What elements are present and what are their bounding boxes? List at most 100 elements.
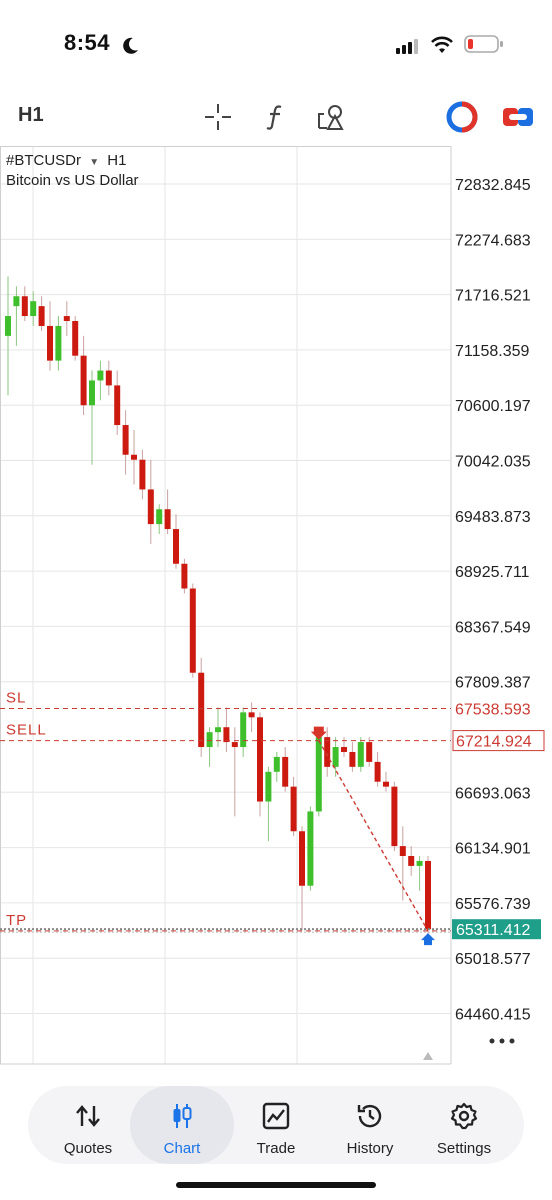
symbol-name: #BTCUSDr [6,152,82,169]
function-icon [266,105,282,130]
chart-candles-icon [173,1104,192,1128]
candle-body [391,786,398,847]
candle-body [97,370,104,381]
price-tick-label: 65576.739 [455,896,531,913]
nav-chart[interactable]: Chart [130,1086,234,1164]
candle-body [223,727,230,743]
candle-body [282,756,289,787]
candle [357,737,364,772]
candle-body [21,296,28,317]
candle [147,459,154,544]
candle-body [341,747,347,752]
candle-body [416,860,423,866]
nav-history[interactable]: History [322,1086,418,1164]
one-click-trading-button[interactable] [500,100,536,134]
indicators-button[interactable] [258,100,294,134]
price-tick-label: 66693.063 [455,785,531,802]
candle-body [299,831,305,886]
candle-body [63,316,70,322]
candle [30,291,37,326]
objects-button[interactable] [314,100,350,134]
symbol-description: Bitcoin vs US Dollar [6,172,139,189]
price-chart[interactable]: 72832.845 72274.683 71716.521 71158.359 7060… [0,146,552,1066]
candle [105,360,112,396]
nav-trade-label: Trade [256,1140,296,1157]
home-indicator [176,1182,376,1188]
candle [315,732,322,817]
candle [72,316,79,361]
candle [13,286,20,346]
candle-body [240,712,247,748]
candles [5,276,431,936]
candle [282,747,289,792]
objects-icon [318,105,344,130]
candle-body [324,737,331,767]
candle [307,806,314,891]
candle [80,335,87,416]
candle-body [47,325,53,361]
wifi-icon [431,36,453,53]
cellular-signal-icon [396,39,418,54]
candle [97,360,104,401]
more-options-icon[interactable] [488,1036,516,1046]
sl-price: 67538.593 [455,702,531,719]
timeframe-button[interactable]: H1 [18,104,44,127]
candle-body [114,385,121,426]
candle [383,771,389,792]
symbol-title[interactable]: #BTCUSDr ▼ H1 [6,152,126,169]
candle-body [349,751,356,767]
candle-body [366,742,373,762]
candle-body [5,316,11,336]
tp-label: TP [6,912,27,929]
candle-body [257,717,263,802]
candle-body [89,380,95,406]
account-button[interactable] [444,100,480,134]
candle [131,429,137,485]
candle-body [122,425,129,455]
candle [38,296,45,331]
candle [206,727,213,767]
nav-chart-label: Chart [163,1140,201,1157]
candle [173,514,179,569]
crosshair-button[interactable] [200,100,236,134]
crosshair-icon [205,104,231,130]
nav-trade[interactable]: Trade [228,1086,324,1164]
account-icon [446,101,478,133]
price-tick-label: 72274.683 [455,232,531,249]
sl-label: SL [6,690,26,707]
candle-body [374,761,381,782]
candle [366,737,373,767]
chart-grid [0,146,451,1064]
candle-body [38,306,45,326]
candle-body [147,489,154,525]
trade-path [318,740,429,932]
candle [374,751,381,787]
nav-settings[interactable]: Settings [416,1086,512,1164]
trade-levels: SL67538.593SELL67214.924TP65294.58065311… [0,690,545,1060]
price-tick-label: 67809.387 [455,675,531,692]
candle [55,316,62,371]
candle [156,504,163,535]
nav-history-label: History [346,1140,394,1157]
price-tick-label: 65018.577 [455,951,531,968]
price-tick-label: 68367.549 [455,619,531,636]
candle-body [231,742,238,748]
price-tick-label: 68925.711 [455,564,530,581]
nav-settings-label: Settings [436,1140,492,1157]
chart-canvas[interactable]: 72832.845 72274.683 71716.521 71158.359 7060… [0,146,552,1066]
candle [240,707,247,757]
candle-body [408,856,415,866]
candle-body [105,370,112,386]
candle-body [30,301,37,317]
price-axis-labels: 72832.845 72274.683 71716.521 71158.359 7060… [455,177,531,1024]
candle-body [332,747,339,767]
candle-body [156,509,163,525]
candle [290,776,297,837]
bottom-navigation: Quotes Chart Trade History Settings [28,1086,524,1164]
candle-body [139,459,146,490]
nav-quotes[interactable]: Quotes [40,1086,136,1164]
candle [189,583,196,678]
price-tick-label: 71716.521 [455,288,531,305]
sell-price: 67214.924 [456,734,532,751]
buy-arrow-icon [421,933,435,946]
